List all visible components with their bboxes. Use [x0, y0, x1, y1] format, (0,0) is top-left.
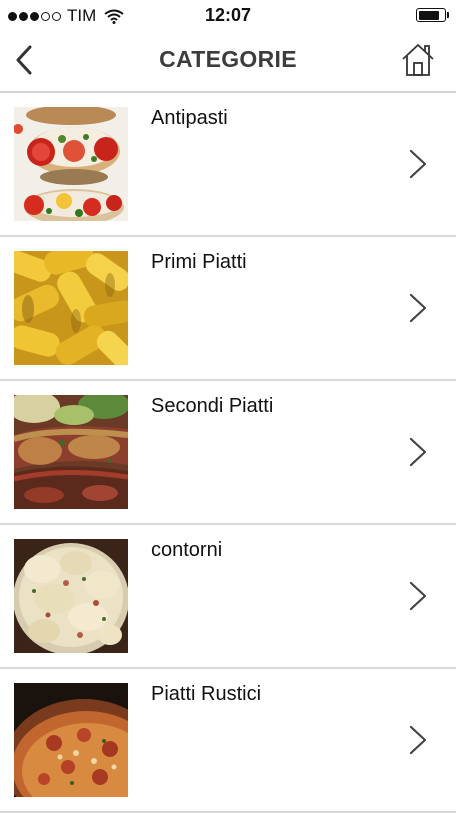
- category-label: Secondi Piatti: [151, 395, 274, 417]
- category-label: Piatti Rustici: [151, 683, 262, 705]
- status-bar: TIM 12:07: [0, 0, 456, 30]
- home-button[interactable]: [398, 40, 438, 80]
- pizza-photo: [14, 683, 128, 797]
- page-title: CATEGORIE: [159, 46, 297, 72]
- category-list: Antipasti Primi Piatti Secondi Piatti co…: [0, 93, 456, 813]
- chevron-right-icon: [409, 437, 427, 467]
- potato-salad-photo: [14, 539, 128, 653]
- chevron-right-icon: [409, 581, 427, 611]
- pasta-photo: [14, 251, 128, 365]
- category-row-piatti-rustici[interactable]: Piatti Rustici: [0, 669, 456, 813]
- navigation-bar: CATEGORIE: [0, 30, 456, 93]
- category-row-secondi-piatti[interactable]: Secondi Piatti: [0, 381, 456, 525]
- category-label: contorni: [151, 539, 223, 561]
- home-icon: [402, 44, 434, 76]
- chevron-right-icon: [409, 725, 427, 755]
- chevron-right-icon: [409, 149, 427, 179]
- category-row-contorni[interactable]: contorni: [0, 525, 456, 669]
- category-label: Antipasti: [151, 107, 228, 129]
- category-row-antipasti[interactable]: Antipasti: [0, 93, 456, 237]
- battery-icon: [416, 8, 449, 22]
- category-label: Primi Piatti: [151, 251, 247, 273]
- category-row-primi-piatti[interactable]: Primi Piatti: [0, 237, 456, 381]
- status-time: 12:07: [204, 5, 252, 25]
- bruschetta-photo: [14, 107, 128, 221]
- chevron-right-icon: [409, 293, 427, 323]
- steak-photo: [14, 395, 128, 509]
